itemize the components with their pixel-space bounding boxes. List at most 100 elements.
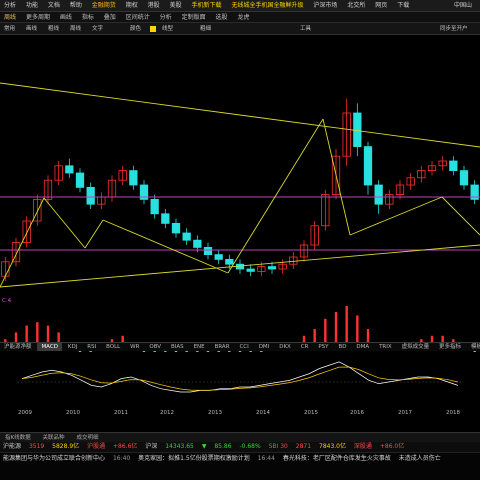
menu-item[interactable]: 沪深市场 xyxy=(309,0,341,11)
tool-draw[interactable]: 画线 xyxy=(26,23,37,34)
quote-item: SBI 30 xyxy=(268,443,288,450)
x-tick: 2018 xyxy=(446,410,460,416)
candle-body[interactable] xyxy=(129,170,138,186)
wave-segment[interactable] xyxy=(0,197,45,288)
menu-item[interactable]: 港股 xyxy=(144,0,164,11)
tool-color[interactable]: 颜色 xyxy=(130,23,141,34)
indicator-tab[interactable]: RSI xyxy=(83,343,100,351)
indicator-tab[interactable]: 更多指标 xyxy=(435,343,465,351)
tab-weekly[interactable]: 周线 xyxy=(0,12,20,22)
bottom-tab-trades[interactable]: 成交明细 xyxy=(71,433,103,442)
trendline-bottom[interactable] xyxy=(0,244,480,288)
indicator-tab[interactable]: ENE xyxy=(190,343,209,351)
news-headline[interactable]: 春光科技：老厂区配件仓库发生火灾事故 xyxy=(280,453,394,465)
menu-item[interactable]: 金融期货 xyxy=(88,0,120,11)
indicator-tab[interactable]: CR xyxy=(297,343,313,351)
candle-body[interactable] xyxy=(171,222,181,234)
indicator-tab[interactable]: BRAR xyxy=(211,343,234,351)
bottom-tab-kline-data[interactable]: 指K线数据 xyxy=(0,433,36,442)
indicator-tab-macd[interactable]: MACD xyxy=(37,343,62,351)
candle-body[interactable] xyxy=(193,239,202,248)
candle-body[interactable] xyxy=(449,160,458,171)
menu-item[interactable]: 网页 xyxy=(371,0,391,11)
candle-body[interactable] xyxy=(246,268,255,272)
news-headline[interactable]: 能源集团与华为公司成立联合创新中心 xyxy=(0,453,108,465)
tool-linetype[interactable]: 线型 xyxy=(162,23,173,34)
macd-line-panel[interactable] xyxy=(0,356,480,408)
bottom-tab-related[interactable]: 关联品种 xyxy=(38,433,70,442)
candle-body[interactable] xyxy=(150,198,159,215)
indicator-tab[interactable]: WR xyxy=(126,343,143,351)
tab-analysis[interactable]: 分析 xyxy=(156,12,176,22)
candle-body[interactable] xyxy=(65,165,74,174)
wave-segment[interactable] xyxy=(84,219,104,249)
x-tick: 2013 xyxy=(208,410,222,416)
indicator-tab[interactable]: TRIX xyxy=(375,343,396,351)
wave-segment[interactable] xyxy=(43,197,86,249)
candle-body[interactable] xyxy=(203,246,213,255)
menu-item[interactable]: 文档 xyxy=(44,0,64,11)
tool-text[interactable]: 文字 xyxy=(92,23,103,34)
menu-item[interactable]: 下载 xyxy=(393,0,413,11)
menu-right-label[interactable]: 中国山 xyxy=(450,0,476,11)
quote-item: 85.86 xyxy=(214,443,232,450)
menu-item[interactable]: 分析 xyxy=(0,0,20,11)
tab-draw[interactable]: 画线 xyxy=(56,12,76,22)
tab-overlay[interactable]: 叠加 xyxy=(100,12,120,22)
menu-item[interactable]: 无线城全手机国全融鲜升级 xyxy=(227,0,307,11)
wave-segment[interactable] xyxy=(322,118,351,236)
tab-more-period[interactable]: 更多周期 xyxy=(22,12,54,22)
tab-stock-pick[interactable]: 选股 xyxy=(212,12,232,22)
candle-body[interactable] xyxy=(363,146,373,186)
menu-item[interactable]: 美股 xyxy=(166,0,186,11)
candlestick-chart[interactable] xyxy=(0,35,480,335)
candle-body[interactable] xyxy=(459,170,469,186)
candle-body[interactable] xyxy=(182,232,191,241)
tool-thick[interactable]: 粗线 xyxy=(48,23,59,34)
menu-item[interactable]: 帮助 xyxy=(66,0,86,11)
news-headline[interactable]: 奥克家园：拟推1.5亿份股票期权激励计划 xyxy=(135,453,253,465)
candle-body[interactable] xyxy=(267,266,277,270)
quote-item: -0.68% xyxy=(239,443,261,450)
indicator-tab[interactable]: OBV xyxy=(145,343,165,351)
indicator-tab[interactable]: CCI xyxy=(235,343,252,351)
indicator-tab[interactable]: BOLL xyxy=(102,343,124,351)
menu-item[interactable]: 手机新下载 xyxy=(188,0,226,11)
indicator-tab[interactable]: BIAS xyxy=(167,343,188,351)
indicator-tab[interactable]: DMA xyxy=(352,343,373,351)
menu-item[interactable]: 北交所 xyxy=(343,0,369,11)
news-headline[interactable]: 未造成人员伤亡 xyxy=(396,453,444,465)
indicator-tab[interactable]: 虚拟成交量 xyxy=(398,343,434,351)
wave-segment[interactable] xyxy=(349,196,443,236)
candle-body[interactable] xyxy=(75,172,85,188)
tool-common[interactable]: 常用 xyxy=(4,23,15,34)
indicator-tab[interactable]: KDJ xyxy=(64,343,81,351)
candle-body[interactable] xyxy=(214,254,223,260)
tool-weekly[interactable]: 周线 xyxy=(70,23,81,34)
x-tick: 2017 xyxy=(398,410,412,416)
color-swatch-icon[interactable] xyxy=(150,26,156,32)
candle-body[interactable] xyxy=(86,186,95,205)
candle-body[interactable] xyxy=(374,184,383,205)
tab-range-stats[interactable]: 区间统计 xyxy=(122,12,154,22)
candle-body[interactable] xyxy=(161,213,170,224)
tab-dragon-tiger[interactable]: 龙虎 xyxy=(233,12,253,22)
indicator-tab[interactable]: DMI xyxy=(255,343,274,351)
indicator-tab[interactable]: 模板 xyxy=(467,343,480,351)
menu-item[interactable]: 期权 xyxy=(122,0,142,11)
sync-button[interactable]: 同步至开户 xyxy=(440,23,468,34)
tool-tools[interactable]: 工具 xyxy=(300,23,311,34)
indicator-tab[interactable]: PSY xyxy=(314,343,332,351)
tab-indicator[interactable]: 指标 xyxy=(78,12,98,22)
candle-body[interactable] xyxy=(353,112,362,147)
indicator-tab[interactable]: DKX xyxy=(275,343,295,351)
indicator-tab[interactable]: 沪能源净额 xyxy=(0,343,36,351)
menu-item[interactable]: 功能 xyxy=(22,0,42,11)
indicator-tab[interactable]: BD xyxy=(334,343,350,351)
tab-custom-layout[interactable]: 定制版面 xyxy=(178,12,210,22)
quote-item: +86.6亿 xyxy=(113,443,138,450)
trendline-top[interactable] xyxy=(0,82,480,148)
tool-thickness[interactable]: 粗细 xyxy=(200,23,211,34)
candle-body[interactable] xyxy=(225,258,234,265)
x-tick: 2011 xyxy=(114,410,128,416)
